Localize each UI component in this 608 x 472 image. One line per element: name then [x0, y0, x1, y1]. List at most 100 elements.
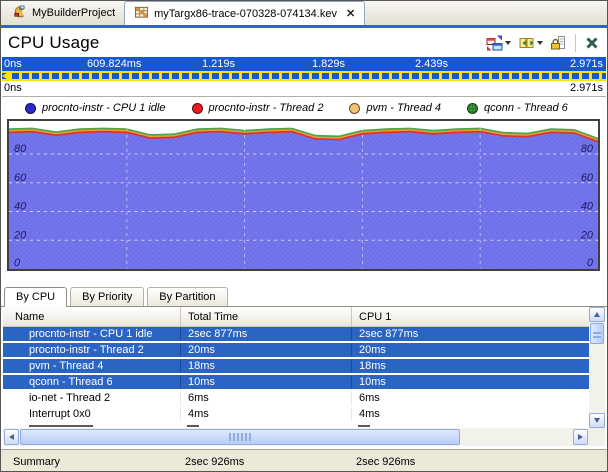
series-swatch-icon	[467, 103, 478, 114]
cpu-usage-chart[interactable]: 002020404060608080	[7, 119, 600, 271]
vertical-scroll-thumb[interactable]	[590, 323, 604, 344]
cell-cpu1: 18ms	[351, 359, 589, 373]
cell-name: procnto-instr - Thread 2	[3, 343, 180, 357]
range-start-label: 0ns	[4, 82, 22, 94]
view-toolbar	[485, 34, 600, 52]
column-header-cpu1[interactable]: CPU 1	[351, 307, 589, 326]
chart-canvas[interactable]: 002020404060608080	[9, 121, 598, 269]
vertical-scrollbar[interactable]	[589, 307, 605, 428]
summary-label: Summary	[13, 456, 60, 468]
horizontal-scroll-thumb[interactable]	[20, 429, 460, 445]
arrow-down-icon	[594, 418, 600, 426]
table-header: Name Total Time CPU 1	[3, 307, 589, 327]
chevron-down-icon[interactable]	[537, 41, 543, 48]
svg-text:40: 40	[14, 200, 27, 212]
arrow-left-icon	[6, 434, 14, 440]
cell-name: qconn - Thread 6	[3, 375, 180, 389]
swap-panes-button[interactable]	[485, 34, 512, 52]
cell-total-time: 6ms	[180, 391, 351, 405]
tab-label: MyBuilderProject	[32, 7, 115, 19]
svg-text:20: 20	[13, 229, 27, 241]
svg-text:80: 80	[581, 143, 594, 155]
chevron-down-icon[interactable]	[505, 41, 511, 48]
tab-trace-file[interactable]: myTargx86-trace-070328-074134.kev ✕	[124, 1, 365, 25]
legend-item: procnto-instr - Thread 2	[192, 102, 324, 114]
chart-legend: procnto-instr - CPU 1 idle procnto-instr…	[1, 97, 607, 119]
tab-by-partition[interactable]: By Partition	[147, 287, 227, 306]
cpu-usage-view: MyBuilderProject myTargx86-trace-070328-…	[0, 0, 608, 472]
clipped-text	[29, 425, 93, 427]
project-icon	[12, 4, 27, 22]
clipped-text	[187, 425, 199, 427]
scroll-down-button[interactable]	[589, 413, 605, 428]
clipped-text	[358, 425, 370, 427]
table-row[interactable]: Interrupt 0x0 4ms 4ms	[3, 407, 589, 423]
tab-label: myTargx86-trace-070328-074134.kev	[154, 8, 337, 20]
ruler-tick: 609.824ms	[87, 58, 141, 70]
legend-label: procnto-instr - CPU 1 idle	[42, 102, 166, 114]
legend-item: procnto-instr - CPU 1 idle	[25, 102, 166, 114]
summary-bar: Summary 2sec 926ms 2sec 926ms	[1, 449, 607, 471]
series-swatch-icon	[192, 103, 203, 114]
scroll-up-button[interactable]	[589, 307, 605, 322]
arrow-right-icon	[578, 434, 586, 440]
export-trace-button[interactable]	[517, 34, 544, 52]
tab-mybuilderproject[interactable]: MyBuilderProject	[3, 1, 124, 25]
table-row[interactable]: pvm - Thread 4 18ms 18ms	[3, 359, 589, 375]
ruler-tick: 0ns	[4, 58, 22, 70]
legend-label: qconn - Thread 6	[484, 102, 568, 114]
cell-name: io-net - Thread 2	[3, 391, 180, 405]
tab-by-priority[interactable]: By Priority	[70, 287, 144, 306]
cell-name: pvm - Thread 4	[3, 359, 180, 373]
svg-text:60: 60	[14, 172, 27, 184]
series-swatch-icon	[25, 103, 36, 114]
cell-cpu1: 6ms	[351, 391, 589, 405]
horizontal-scrollbar-row	[3, 428, 605, 446]
time-selection-band[interactable]	[2, 71, 606, 81]
tab-by-cpu[interactable]: By CPU	[4, 287, 67, 307]
scrollbar-corner	[589, 428, 605, 446]
ruler-tick: 1.829s	[312, 58, 345, 70]
summary-cpu1: 2sec 926ms	[356, 456, 415, 468]
legend-item: pvm - Thread 4	[349, 102, 441, 114]
selected-range-ruler: 0ns 2.971s	[2, 81, 606, 97]
cell-name: Interrupt 0x0	[3, 407, 180, 421]
svg-text:0: 0	[14, 257, 21, 269]
table-subtabs: By CPU By Priority By Partition	[1, 285, 607, 307]
usage-table: Name Total Time CPU 1 procnto-instr - CP…	[3, 307, 605, 428]
ruler-tick: 1.219s	[202, 58, 235, 70]
selection-left-arrow-icon	[2, 71, 10, 81]
scroll-right-button[interactable]	[573, 429, 588, 445]
column-header-name[interactable]: Name	[3, 307, 180, 326]
ruler-tick: 2.439s	[415, 58, 448, 70]
range-end-label: 2.971s	[570, 82, 603, 94]
close-icon[interactable]: ✕	[346, 7, 355, 20]
table-row[interactable]: procnto-instr - Thread 2 20ms 20ms	[3, 343, 589, 359]
horizontal-scrollbar[interactable]	[3, 428, 589, 446]
trace-grid-icon	[134, 5, 149, 22]
svg-text:80: 80	[14, 143, 27, 155]
table-row[interactable]: procnto-instr - CPU 1 idle 2sec 877ms 2s…	[3, 327, 589, 343]
cell-name: procnto-instr - CPU 1 idle	[3, 327, 180, 341]
scroll-left-button[interactable]	[4, 429, 19, 445]
column-header-total-time[interactable]: Total Time	[180, 307, 351, 326]
export-trace-icon	[518, 35, 535, 51]
summary-total-time: 2sec 926ms	[185, 456, 244, 468]
timeline-ruler[interactable]: 0ns 609.824ms 1.219s 1.829s 2.439s 2.971…	[2, 57, 606, 71]
cell-total-time: 10ms	[180, 375, 351, 389]
cell-total-time: 2sec 877ms	[180, 327, 351, 341]
series-swatch-icon	[349, 103, 360, 114]
lock-columns-button[interactable]	[549, 34, 567, 52]
editor-tabstrip: MyBuilderProject myTargx86-trace-070328-…	[1, 1, 607, 25]
close-view-button[interactable]	[584, 35, 600, 51]
cell-cpu1: 4ms	[351, 407, 589, 421]
svg-text:20: 20	[580, 229, 594, 241]
view-header: CPU Usage	[1, 28, 607, 57]
toolbar-separator	[575, 34, 576, 52]
cell-total-time: 4ms	[180, 407, 351, 421]
table-row[interactable]: io-net - Thread 2 6ms 6ms	[3, 391, 589, 407]
table-row[interactable]: qconn - Thread 6 10ms 10ms	[3, 375, 589, 391]
lock-icon	[550, 35, 566, 51]
swap-panes-icon	[486, 35, 503, 51]
legend-label: pvm - Thread 4	[366, 102, 441, 114]
